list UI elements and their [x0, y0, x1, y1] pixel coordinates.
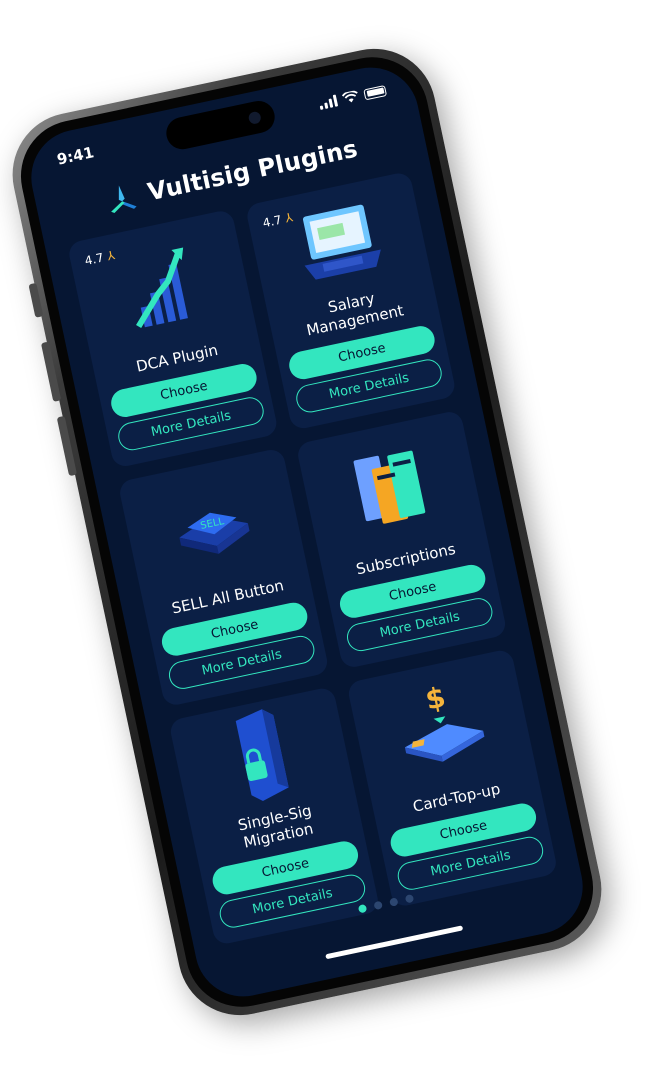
plugin-card-single-sig[interactable]: Single-Sig Migration Choose More Details — [168, 686, 381, 946]
page-dot[interactable] — [389, 897, 399, 907]
plugin-card-subscriptions[interactable]: Subscriptions Choose More Details — [295, 409, 508, 670]
page-dot[interactable] — [373, 900, 383, 911]
vultisig-logo-icon — [111, 185, 137, 214]
home-indicator[interactable] — [325, 925, 464, 960]
credit-card-dollar-icon: $ — [356, 650, 527, 804]
status-time: 9:41 — [55, 143, 96, 169]
plugin-card-salary[interactable]: 4.7 ⅄ Salary Management Choose More Deta… — [244, 170, 457, 431]
plugin-grid: 4.7 ⅄ DCA Plugin Choose More Details 4.7… — [66, 170, 559, 946]
svg-text:$: $ — [422, 680, 448, 716]
page-dot-active[interactable] — [357, 903, 368, 914]
plugin-card-card-top-up[interactable]: $ Card-Top-up Choose More Details — [346, 648, 559, 909]
battery-icon — [363, 84, 387, 100]
phone-device: 9:41 Vultisig Plugins 4.7 ⅄ DCA Plugin C… — [1, 37, 613, 1027]
app-screen: 9:41 Vultisig Plugins 4.7 ⅄ DCA Plugin C… — [22, 58, 592, 1006]
chart-arrow-icon — [77, 211, 248, 365]
wifi-icon — [341, 90, 358, 103]
stage: 9:41 Vultisig Plugins 4.7 ⅄ DCA Plugin C… — [0, 0, 657, 1071]
page-dot[interactable] — [404, 893, 415, 904]
plugin-card-sell-all[interactable]: SELL SELL All Button Choose More Details — [117, 447, 330, 708]
status-icons — [318, 84, 387, 110]
plugin-card-dca[interactable]: 4.7 ⅄ DCA Plugin Choose More Details — [66, 208, 279, 469]
cellular-signal-icon — [318, 94, 339, 110]
